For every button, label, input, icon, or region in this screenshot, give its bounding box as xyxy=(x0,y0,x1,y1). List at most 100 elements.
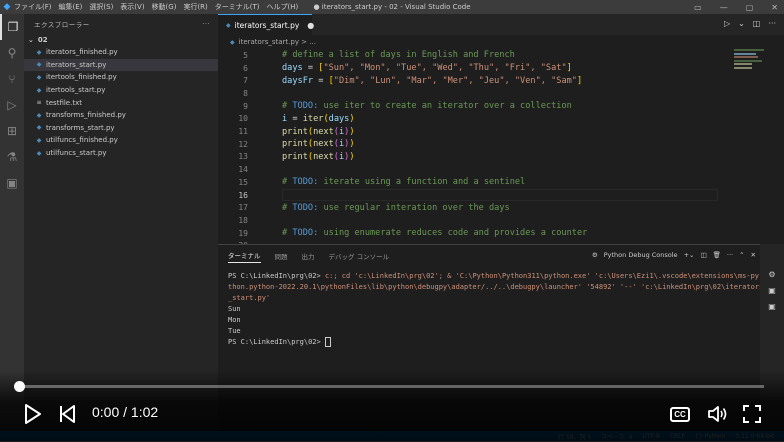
chevron-down-icon[interactable]: ⌄ xyxy=(738,19,745,28)
split-terminal-icon[interactable]: ◫ xyxy=(700,251,706,259)
code-token: # xyxy=(282,177,288,188)
explorer-icon[interactable]: ❐ xyxy=(0,14,24,40)
code-token: # xyxy=(282,228,288,239)
line-number: 6 xyxy=(243,63,248,73)
file-item[interactable]: ◆ utilfuncs_finished.py xyxy=(24,134,218,147)
remote-icon[interactable]: ▣ xyxy=(0,170,24,196)
add-terminal-icon[interactable]: +⌄ xyxy=(684,251,695,259)
volume-button[interactable] xyxy=(706,403,730,425)
menu-item[interactable]: ファイル(F) xyxy=(14,3,52,11)
chevron-down-icon: ⌄ xyxy=(28,36,34,44)
menu-item[interactable]: 表示(V) xyxy=(120,3,144,11)
code-editor[interactable]: 5 # define a list of days in English and … xyxy=(218,49,784,250)
maximize-button[interactable]: ▢ xyxy=(746,3,754,12)
python-file-icon: ◆ xyxy=(36,111,42,119)
menu-item[interactable]: 編集(E) xyxy=(59,3,83,11)
menu-item[interactable]: 実行(R) xyxy=(183,3,207,11)
terminal-line: PS C:\LinkedIn\prg\02> xyxy=(228,337,763,348)
play-button[interactable] xyxy=(22,403,44,425)
code-token: # define a list of days in English and F… xyxy=(282,50,515,61)
folder-02[interactable]: ⌄ 02 xyxy=(24,34,218,46)
file-item[interactable]: ◆ iterators_start.py xyxy=(24,58,218,72)
terminal-output[interactable]: PS C:\LinkedIn\prg\02> c:; cd 'c:\Linked… xyxy=(228,271,763,348)
code-line: 10 i = iter(days) xyxy=(218,113,718,126)
folder-label: 02 xyxy=(37,36,48,44)
file-item[interactable]: ◆ utilfuncs_start.py xyxy=(24,147,218,160)
file-item[interactable]: ◆ iterators_finished.py xyxy=(24,46,218,59)
menu-bar: ファイル(F) 編集(E) 選択(S) 表示(V) 移動(G) 実行(R) ターミナル(T)… xyxy=(14,2,305,12)
testing-icon[interactable]: ⚗ xyxy=(0,144,24,170)
previous-button[interactable] xyxy=(56,403,78,425)
close-button[interactable]: ✕ xyxy=(771,3,778,12)
line-number: 13 xyxy=(238,152,248,162)
volume-icon xyxy=(708,406,727,422)
more-actions-icon[interactable]: ··· xyxy=(727,251,733,259)
title-bar: ◆ ファイル(F) 編集(E) 選択(S) 表示(V) 移動(G) 実行(R) ターミナル(… xyxy=(0,0,784,14)
code-line: 13 print(next(i)) xyxy=(218,151,718,164)
more-actions-icon[interactable]: ··· xyxy=(768,19,776,28)
code-token: # xyxy=(282,202,288,213)
code-token: print xyxy=(282,151,308,162)
code-line: 15 # TODO: iterate using a function and a… xyxy=(218,176,718,189)
file-label: iterators_finished.py xyxy=(46,48,118,57)
panel-tab[interactable]: デバッグ コンソール xyxy=(329,251,390,261)
breadcrumb-path[interactable]: iterators_start.py > ... xyxy=(239,38,316,46)
file-label: testfile.txt xyxy=(46,98,82,107)
file-item[interactable]: ◆ transforms_finished.py xyxy=(24,109,218,122)
code-token: i xyxy=(282,113,288,124)
tab-iterators-start[interactable]: ◆ iterators_start.py ● xyxy=(218,14,315,35)
code-token: days xyxy=(282,63,303,74)
file-item[interactable]: ◆ itertools_finished.py xyxy=(24,71,218,84)
menu-item[interactable]: ヘルプ(H) xyxy=(267,3,299,11)
minimap[interactable] xyxy=(734,49,768,79)
terminal-prompt: PS C:\LinkedIn\prg\02> xyxy=(228,272,321,280)
more-actions-icon[interactable]: ··· xyxy=(202,20,210,28)
menu-item[interactable]: ターミナル(T) xyxy=(215,3,260,11)
terminal-tab-icon[interactable]: ⚙ xyxy=(760,266,784,282)
fullscreen-button[interactable] xyxy=(740,403,764,425)
run-debug-icon[interactable]: ▷ xyxy=(0,92,24,118)
captions-button[interactable]: CC xyxy=(668,404,692,424)
video-progress-bar[interactable] xyxy=(18,385,764,388)
file-item[interactable]: ◆ itertools_start.py xyxy=(24,84,218,97)
panel-tab[interactable]: 問題 xyxy=(275,251,288,261)
python-file-icon: ◆ xyxy=(36,136,42,144)
code-line: 6 days = ["Sun", "Mon", "Tue", "Wed", "Th… xyxy=(218,62,718,75)
file-label: transforms_start.py xyxy=(46,123,115,132)
split-editor-icon[interactable]: ◫ xyxy=(753,19,761,28)
trash-icon[interactable]: 🗑 xyxy=(713,251,721,259)
code-token: days xyxy=(328,113,350,124)
terminal-tab-icon[interactable]: ▣ xyxy=(760,298,784,314)
line-number: 12 xyxy=(238,139,248,149)
panel-tab[interactable]: ターミナル xyxy=(228,250,261,263)
file-item[interactable]: ◆ transforms_start.py xyxy=(24,122,218,135)
layout-icon[interactable]: ▭ xyxy=(694,3,702,12)
chevron-up-icon[interactable]: ⌃ xyxy=(739,251,744,259)
editor-actions: ▷ ⌄ ◫ ··· xyxy=(724,19,776,28)
minimize-button[interactable]: — xyxy=(720,3,728,12)
terminal-command-cont: _start.py' xyxy=(228,294,271,302)
code-token: TODO: xyxy=(292,101,319,112)
run-icon[interactable]: ▷ xyxy=(724,19,730,28)
terminal-name[interactable]: Python Debug Console xyxy=(604,251,678,259)
file-label: utilfuncs_start.py xyxy=(46,149,107,158)
menu-item[interactable]: 選択(S) xyxy=(89,3,113,11)
code-line: 14 xyxy=(218,163,718,176)
progress-scrubber[interactable] xyxy=(14,381,25,392)
panel-tab[interactable]: 出力 xyxy=(302,251,315,261)
menu-item[interactable]: 移動(G) xyxy=(152,3,177,11)
line-number: 16 xyxy=(238,190,248,200)
line-number: 15 xyxy=(238,177,248,187)
terminal-tab-icon[interactable]: ▣ xyxy=(760,282,784,298)
search-icon[interactable]: ⚲ xyxy=(0,40,24,66)
line-number: 10 xyxy=(238,114,248,124)
file-list: ◆ iterators_finished.py ◆ iterators_start.p… xyxy=(24,46,218,159)
modified-dot-icon: ● xyxy=(307,20,315,30)
explorer-title: エクスプローラー xyxy=(34,21,90,29)
terminal-output-line: Tue xyxy=(228,327,241,335)
file-item[interactable]: ≡ testfile.txt xyxy=(24,96,218,109)
close-icon[interactable]: ✕ xyxy=(751,251,756,259)
python-file-icon: ◆ xyxy=(226,21,231,29)
extensions-icon[interactable]: ⊞ xyxy=(0,118,24,144)
source-control-icon[interactable]: ⑂ xyxy=(0,66,24,92)
